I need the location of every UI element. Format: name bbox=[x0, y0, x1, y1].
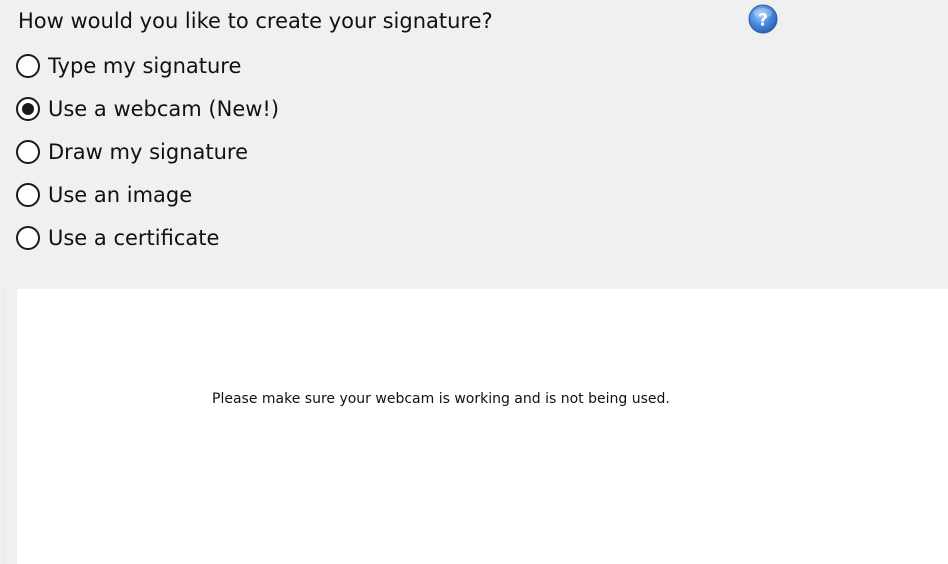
option-label: Type my signature bbox=[48, 53, 242, 78]
help-question-icon[interactable]: ? bbox=[748, 4, 778, 34]
svg-text:?: ? bbox=[758, 11, 768, 31]
signature-question-heading: How would you like to create your signat… bbox=[18, 9, 493, 33]
option-draw-signature[interactable]: Draw my signature bbox=[16, 130, 279, 173]
option-label: Draw my signature bbox=[48, 139, 249, 164]
option-use-image[interactable]: Use an image bbox=[16, 173, 279, 216]
option-use-certificate[interactable]: Use a certificate bbox=[16, 216, 279, 259]
radio-button[interactable] bbox=[16, 182, 40, 207]
webcam-status-message: Please make sure your webcam is working … bbox=[212, 391, 670, 407]
option-use-webcam[interactable]: Use a webcam (New!) bbox=[16, 87, 279, 130]
radio-button[interactable] bbox=[16, 53, 40, 78]
option-label: Use a webcam (New!) bbox=[48, 96, 280, 121]
webcam-preview-area: Please make sure your webcam is working … bbox=[17, 289, 948, 564]
signature-method-panel: How would you like to create your signat… bbox=[0, 0, 948, 289]
radio-button[interactable] bbox=[16, 225, 40, 250]
left-margin-strip bbox=[0, 289, 17, 564]
option-type-signature[interactable]: Type my signature bbox=[16, 44, 279, 87]
radio-button[interactable] bbox=[16, 96, 40, 121]
option-label: Use a certificate bbox=[48, 225, 220, 250]
radio-button[interactable] bbox=[16, 139, 40, 164]
divider bbox=[4, 289, 5, 564]
option-label: Use an image bbox=[48, 182, 193, 207]
signature-method-options: Type my signature Use a webcam (New!) Dr… bbox=[16, 44, 279, 259]
